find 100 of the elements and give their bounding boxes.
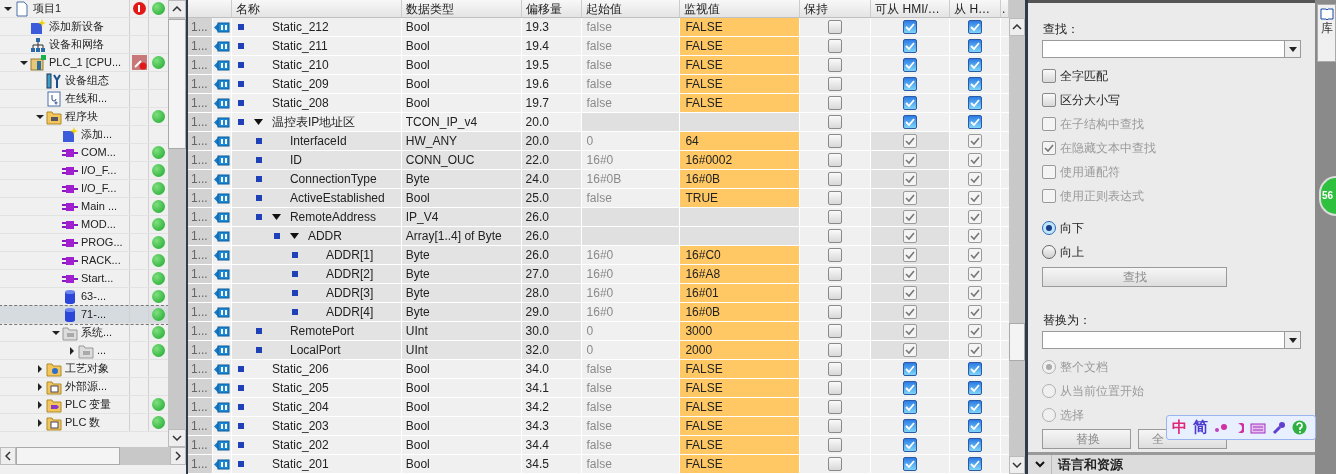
column-header[interactable]: 名称 — [235, 0, 260, 18]
column-header[interactable]: 数据类型 — [405, 0, 454, 18]
checkbox[interactable] — [828, 210, 843, 224]
tree-item[interactable]: 71-... — [0, 306, 168, 324]
expand-icon[interactable] — [36, 418, 44, 427]
tree-item[interactable]: RACK... — [0, 252, 168, 270]
tree-item[interactable]: ... — [0, 342, 168, 360]
checkbox[interactable] — [903, 20, 918, 34]
scroll-up-button[interactable] — [1009, 18, 1025, 36]
collapse-icon[interactable] — [4, 4, 12, 13]
help-icon[interactable] — [1292, 420, 1307, 435]
checkbox[interactable] — [903, 153, 918, 167]
checkbox[interactable] — [828, 381, 843, 395]
checkbox[interactable] — [968, 77, 983, 91]
checkbox[interactable] — [968, 419, 983, 433]
search-dropdown[interactable] — [1042, 40, 1301, 58]
tree-item[interactable]: PLC_1 [CPU... — [0, 54, 168, 72]
tree-item[interactable]: 工艺对象 — [0, 360, 168, 378]
scroll-left-button[interactable] — [0, 447, 16, 465]
checkbox[interactable] — [903, 438, 918, 452]
tree-item[interactable]: COM... — [0, 144, 168, 162]
checkbox[interactable] — [903, 115, 918, 129]
checkbox[interactable] — [828, 248, 843, 262]
column-header[interactable]: 起始值 — [585, 0, 622, 18]
tree-item[interactable]: Main ... — [0, 198, 168, 216]
checkbox[interactable] — [828, 39, 843, 53]
checkbox[interactable] — [903, 381, 918, 395]
checkbox[interactable] — [828, 343, 843, 357]
checkbox[interactable] — [968, 267, 983, 281]
checkbox[interactable] — [903, 286, 918, 300]
tree-item[interactable]: PLC 数 — [0, 414, 168, 432]
tree-item[interactable]: I/O_F... — [0, 180, 168, 198]
tree-item[interactable]: 系统... — [0, 324, 168, 342]
checkbox[interactable] — [968, 381, 983, 395]
expand-icon[interactable] — [36, 364, 44, 373]
checkbox[interactable] — [968, 134, 983, 148]
collapse-icon[interactable] — [271, 213, 281, 221]
collapse-icon[interactable] — [20, 58, 28, 67]
checkbox[interactable] — [1042, 93, 1056, 107]
checkbox[interactable] — [968, 96, 983, 110]
checkbox[interactable] — [903, 457, 918, 471]
scroll-down-button[interactable] — [168, 429, 186, 447]
checkbox[interactable] — [903, 134, 918, 148]
checkbox[interactable] — [903, 343, 918, 357]
checkbox[interactable] — [828, 400, 843, 414]
checkbox[interactable] — [828, 419, 843, 433]
checkbox[interactable] — [903, 419, 918, 433]
checkbox[interactable] — [828, 324, 843, 338]
scroll-up-button[interactable] — [168, 0, 186, 18]
checkbox[interactable] — [828, 229, 843, 243]
column-header[interactable]: 可从 HMI/… — [875, 0, 940, 18]
tree-item[interactable]: 外部源... — [0, 378, 168, 396]
checkbox[interactable] — [903, 96, 918, 110]
checkbox[interactable] — [968, 286, 983, 300]
wrench-icon[interactable] — [1272, 420, 1286, 435]
checkbox[interactable] — [903, 172, 918, 186]
tree-item[interactable]: 添加... — [0, 126, 168, 144]
collapse-icon[interactable] — [253, 118, 263, 126]
checkbox[interactable] — [968, 191, 983, 205]
column-header[interactable]: 从 H… — [954, 0, 991, 18]
tree-item[interactable]: PROG... — [0, 234, 168, 252]
checkbox[interactable] — [968, 210, 983, 224]
checkbox[interactable] — [903, 400, 918, 414]
tree-item[interactable]: 程序块 — [0, 108, 168, 126]
checkbox[interactable] — [828, 153, 843, 167]
checkbox[interactable] — [968, 115, 983, 129]
side-tab[interactable]: 库 — [1317, 4, 1336, 62]
tree-item[interactable]: 在线和... — [0, 90, 168, 108]
tree-item[interactable]: MOD... — [0, 216, 168, 234]
collapse-icon[interactable] — [36, 112, 44, 121]
scroll-right-button[interactable] — [170, 447, 186, 465]
collapse-icon[interactable] — [289, 232, 299, 240]
tree-item[interactable]: 设备和网络 — [0, 36, 168, 54]
tree-item[interactable]: 项目1 — [0, 0, 168, 18]
checkbox[interactable] — [968, 229, 983, 243]
checkbox[interactable] — [903, 248, 918, 262]
checkbox[interactable] — [828, 438, 843, 452]
tree-item[interactable]: Start... — [0, 270, 168, 288]
scrollbar-thumb[interactable] — [168, 19, 186, 149]
checkbox[interactable] — [903, 324, 918, 338]
checkbox[interactable] — [903, 77, 918, 91]
checkbox[interactable] — [903, 210, 918, 224]
tree-item[interactable]: PLC 变量 — [0, 396, 168, 414]
search-dropdown[interactable] — [1042, 331, 1301, 349]
checkbox[interactable] — [903, 267, 918, 281]
checkbox[interactable] — [828, 77, 843, 91]
checkbox[interactable] — [968, 20, 983, 34]
radio-button[interactable] — [1042, 221, 1056, 235]
scrollbar-thumb[interactable] — [1009, 323, 1025, 361]
expand-icon[interactable] — [36, 400, 44, 409]
checkbox[interactable] — [968, 343, 983, 357]
ime-mode-toggle[interactable]: 中 — [1172, 416, 1187, 439]
column-header[interactable]: 偏移量 — [525, 0, 562, 18]
checkbox[interactable] — [828, 191, 843, 205]
checkbox[interactable] — [828, 58, 843, 72]
column-header[interactable]: 保持 — [804, 0, 829, 18]
scroll-down-button[interactable] — [1009, 456, 1025, 474]
tree-item[interactable]: 设备组态 — [0, 72, 168, 90]
checkbox[interactable] — [968, 39, 983, 53]
radio-button[interactable] — [1042, 245, 1056, 259]
